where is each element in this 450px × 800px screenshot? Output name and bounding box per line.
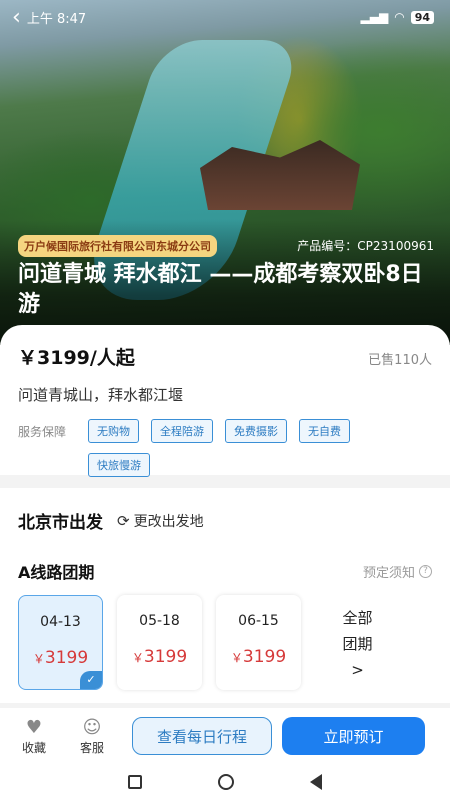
- change-origin-button[interactable]: ⟳ 更改出发地: [117, 511, 204, 531]
- service-tag: 快旅慢游: [88, 453, 150, 477]
- date-label: 05-18: [139, 613, 180, 629]
- bottom-action-bar: ♥ 收藏 ☺ 客服 查看每日行程 立即预订: [0, 708, 450, 764]
- booking-note-link[interactable]: 预定须知 ?: [363, 562, 432, 581]
- change-origin-label: 更改出发地: [133, 513, 204, 530]
- home-icon[interactable]: [218, 774, 234, 790]
- status-bar: ‹ 上午 8:47 ▂▄▆ ◠ 94: [0, 0, 450, 34]
- date-label: 06-15: [238, 613, 279, 629]
- back-arrow-icon[interactable]: ‹: [12, 5, 21, 30]
- status-time: 上午 8:47: [26, 11, 87, 27]
- customer-service-button[interactable]: ☺ 客服: [68, 717, 116, 756]
- system-nav-bar: [0, 764, 450, 800]
- booking-note-label: 预定须知: [362, 565, 415, 581]
- wifi-icon: ◠: [394, 10, 405, 24]
- refresh-icon: ⟳: [117, 511, 130, 530]
- headset-icon: ☺: [82, 716, 102, 738]
- date-card[interactable]: 04-13 ￥3199 ✓: [18, 595, 103, 690]
- info-card: ￥3199/人起 已售110人 问道青城山，拜水都江堰 服务保障 无购物 全程陪…: [0, 325, 450, 477]
- customer-service-label: 客服: [79, 740, 104, 755]
- date-card[interactable]: 05-18 ￥3199: [117, 595, 202, 690]
- date-list: 04-13 ￥3199 ✓ 05-18 ￥3199 06-15 ￥3199 全部…: [18, 595, 432, 690]
- price: ￥3199/人起: [18, 347, 135, 369]
- all-dates-line: 团期: [342, 635, 373, 653]
- back-icon[interactable]: [310, 774, 322, 790]
- route-title: A线路团期: [18, 563, 95, 582]
- check-icon: ✓: [80, 671, 102, 689]
- product-title: 问道青城 拜水都江 ——成都考察双卧8日游: [18, 262, 423, 317]
- departure-card: 北京市出发 ⟳ 更改出发地 A线路团期 预定须知 ? 04-13 ￥3199 ✓…: [0, 488, 450, 703]
- date-price: ￥3199: [32, 648, 89, 668]
- signal-icon: ▂▄▆: [360, 10, 389, 24]
- service-tag: 全程陪游: [151, 419, 213, 443]
- service-label: 服务保障: [18, 425, 67, 439]
- all-dates-button[interactable]: 全部 团期 >: [315, 595, 400, 690]
- departure-city: 北京市出发: [18, 513, 103, 533]
- help-icon: ?: [419, 564, 432, 578]
- view-itinerary-button[interactable]: 查看每日行程: [132, 717, 272, 755]
- date-label: 04-13: [40, 614, 81, 630]
- battery-icon: 94: [410, 10, 434, 24]
- product-code: 产品编号：CP23100961: [297, 239, 434, 253]
- agency-tag: 万户候国际旅行社有限公司东城分公司: [18, 235, 217, 257]
- sold-count: 已售110人: [368, 353, 432, 368]
- service-tags: 无购物 全程陪游 免费摄影 无自费 快旅慢游: [88, 419, 418, 477]
- date-price: ￥3199: [230, 647, 287, 667]
- service-tag: 无自费: [299, 419, 350, 443]
- favorite-label: 收藏: [21, 740, 46, 755]
- recent-apps-icon[interactable]: [128, 775, 142, 789]
- service-tag: 无购物: [88, 419, 139, 443]
- date-price: ￥3199: [131, 647, 188, 667]
- book-now-button[interactable]: 立即预订: [282, 717, 425, 755]
- chevron-right-icon: >: [351, 661, 364, 679]
- product-subtitle: 问道青城山，拜水都江堰: [18, 386, 184, 404]
- favorite-button[interactable]: ♥ 收藏: [10, 717, 58, 756]
- service-tag: 免费摄影: [225, 419, 287, 443]
- heart-icon: ♥: [25, 716, 43, 738]
- date-card[interactable]: 06-15 ￥3199: [216, 595, 301, 690]
- all-dates-line: 全部: [342, 609, 373, 627]
